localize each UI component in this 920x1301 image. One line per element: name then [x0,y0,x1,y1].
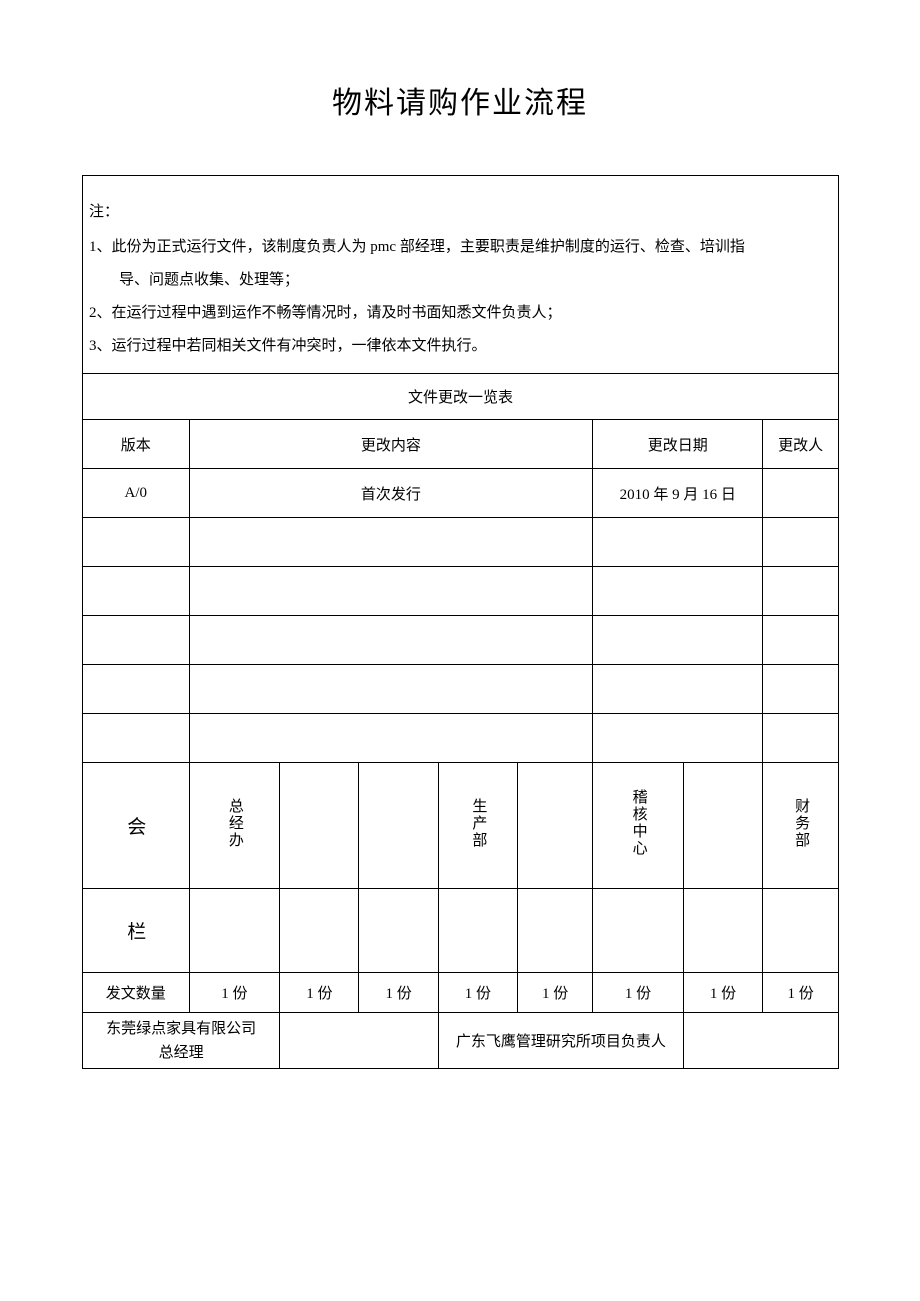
note-1a: 1、此份为正式运行文件，该制度负责人为 pmc 部经理，主要职责是维护制度的运行… [89,231,832,264]
signoff-dept-3: 稽核中心 [593,763,684,889]
header-changer: 更改人 [763,420,838,469]
change-table-empty-5 [83,714,838,763]
dispatch-q6: 1 份 [593,973,684,1013]
signoff-side-2: 栏 [83,889,189,973]
dispatch-q8: 1 份 [763,973,838,1013]
signoff-dept-4: 财务部 [763,763,838,889]
change-table-empty-1 [83,518,838,567]
change-table-title: 文件更改一览表 [83,374,838,420]
note-2: 2、在运行过程中遇到运作不畅等情况时，请及时书面知悉文件负责人； [89,297,832,330]
change-table-empty-3 [83,616,838,665]
dispatch-label: 发文数量 [83,973,189,1013]
dispatch-q2: 1 份 [280,973,359,1013]
footer-row: 东莞绿点家具有限公司 总经理 广东飞鹰管理研究所项目负责人 [83,1013,838,1069]
signoff-dept-2: 生产部 [438,763,517,889]
signoff-cell-blank-a [280,763,359,889]
signoff-cell-blank-c [518,763,593,889]
header-version: 版本 [83,420,189,469]
footer-left-line1: 东莞绿点家具有限公司 [83,1017,279,1041]
change-table: 文件更改一览表 版本 更改内容 更改日期 更改人 A/0 首次发行 2010 年… [83,373,838,1069]
document-frame: 注： 1、此份为正式运行文件，该制度负责人为 pmc 部经理，主要职责是维护制度… [82,175,839,1069]
dispatch-q4: 1 份 [438,973,517,1013]
dispatch-q1: 1 份 [189,973,280,1013]
header-date: 更改日期 [593,420,763,469]
note-3: 3、运行过程中若同相关文件有冲突时，一律依本文件执行。 [89,330,832,363]
footer-left: 东莞绿点家具有限公司 总经理 [83,1013,280,1069]
signoff-row-1: 会 总经办 生产部 稽核中心 财务部 [83,763,838,889]
footer-blank-2 [683,1013,838,1069]
signoff-cell-blank-d [683,763,762,889]
row1-version: A/0 [83,469,189,518]
change-table-header-row: 版本 更改内容 更改日期 更改人 [83,420,838,469]
notes-label: 注： [89,196,832,229]
page-title: 物料请购作业流程 [0,0,920,122]
note-1b: 导、问题点收集、处理等； [89,264,832,297]
dispatch-q5: 1 份 [518,973,593,1013]
change-table-title-row: 文件更改一览表 [83,374,838,420]
footer-left-line2: 总经理 [83,1041,279,1065]
header-content: 更改内容 [189,420,593,469]
row1-content: 首次发行 [189,469,593,518]
dispatch-q7: 1 份 [683,973,762,1013]
footer-blank-1 [280,1013,439,1069]
notes-section: 注： 1、此份为正式运行文件，该制度负责人为 pmc 部经理，主要职责是维护制度… [83,176,838,373]
footer-right: 广东飞鹰管理研究所项目负责人 [438,1013,683,1069]
signoff-row-2: 栏 [83,889,838,973]
dispatch-q3: 1 份 [359,973,438,1013]
row1-changer [763,469,838,518]
row1-date: 2010 年 9 月 16 日 [593,469,763,518]
dispatch-row: 发文数量 1 份 1 份 1 份 1 份 1 份 1 份 1 份 1 份 [83,973,838,1013]
change-table-empty-4 [83,665,838,714]
change-table-row-1: A/0 首次发行 2010 年 9 月 16 日 [83,469,838,518]
signoff-dept-1: 总经办 [189,763,280,889]
signoff-side-1: 会 [83,763,189,889]
signoff-cell-blank-b [359,763,438,889]
change-table-empty-2 [83,567,838,616]
